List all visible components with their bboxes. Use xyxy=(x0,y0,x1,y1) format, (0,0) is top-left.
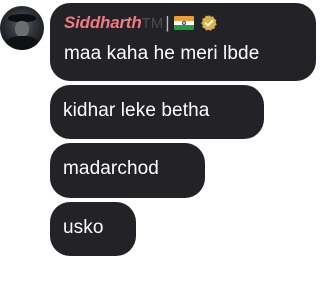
sender-name[interactable]: Siddharth xyxy=(64,13,142,33)
message-text: kidhar leke betha xyxy=(63,100,210,121)
message-text: maa kaha he meri lbde xyxy=(64,43,260,64)
message-text: usko xyxy=(63,217,104,238)
message-bubble[interactable]: kidhar leke betha xyxy=(50,85,264,139)
sender-separator: | xyxy=(165,13,170,32)
verified-badge-icon xyxy=(200,15,217,31)
chat-screen: Siddharth TM | maa kaha he meri lbde kid… xyxy=(0,0,320,307)
message-bubble[interactable]: Siddharth TM | maa kaha he meri lbde xyxy=(50,3,316,81)
sender-name-suffix: TM xyxy=(141,14,164,32)
message-bubble[interactable]: madarchod xyxy=(50,143,205,198)
message-text: madarchod xyxy=(63,158,159,179)
sender-header: Siddharth TM | xyxy=(64,12,218,34)
india-flag-icon xyxy=(173,16,194,30)
avatar-face xyxy=(15,21,29,37)
avatar[interactable] xyxy=(0,6,44,50)
message-bubble[interactable]: usko xyxy=(50,202,136,256)
avatar-coat xyxy=(6,36,38,50)
